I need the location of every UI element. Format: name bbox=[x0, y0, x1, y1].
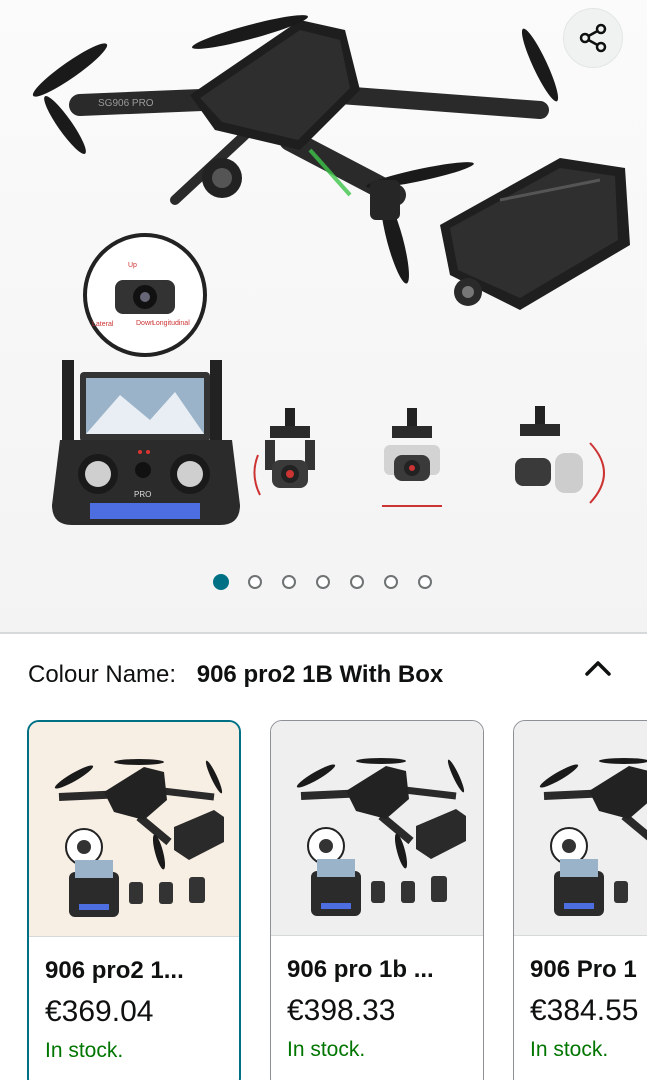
carousel-dot[interactable] bbox=[316, 575, 330, 589]
svg-text:Up: Up bbox=[128, 262, 137, 269]
variant-list: 906 pro2 1... €369.04 In stock. 906 pro … bbox=[0, 720, 647, 1080]
svg-text:PRO: PRO bbox=[134, 490, 151, 499]
camera-callout: Up Lateral Down Longitudinal bbox=[83, 233, 207, 357]
section-divider bbox=[0, 632, 647, 634]
share-icon bbox=[579, 23, 607, 53]
variant-info: 906 pro2 1... €369.04 In stock. bbox=[29, 936, 239, 1080]
variant-name: 906 Pro 1 bbox=[530, 956, 637, 983]
variant-info: 906 Pro 1 €384.55 In stock. bbox=[514, 935, 647, 1080]
variant-stock: In stock. bbox=[530, 1038, 609, 1061]
variant-name: 906 pro 1b ... bbox=[287, 956, 434, 983]
variant-card[interactable]: 906 Pro 1 €384.55 In stock. bbox=[513, 720, 647, 1080]
product-image-gallery[interactable]: SG906 PRO Up Lateral Down Longitudinal P… bbox=[0, 0, 647, 632]
carousel-dots bbox=[0, 574, 647, 595]
variant-price: €369.04 bbox=[45, 995, 154, 1028]
carousel-dot[interactable] bbox=[418, 575, 432, 589]
variant-thumbnail bbox=[271, 721, 483, 935]
variant-stock: In stock. bbox=[45, 1039, 124, 1062]
carousel-dot[interactable] bbox=[350, 575, 364, 589]
remote-controller: PRO bbox=[52, 360, 240, 525]
drone-folded bbox=[440, 158, 630, 310]
variant-card[interactable]: 906 pro 1b ... €398.33 In stock. bbox=[270, 720, 484, 1080]
colour-value: 906 pro2 1B With Box bbox=[196, 661, 444, 688]
variant-card[interactable]: 906 pro2 1... €369.04 In stock. bbox=[27, 720, 241, 1080]
variant-price: €384.55 bbox=[530, 994, 639, 1027]
svg-text:SG906 PRO: SG906 PRO bbox=[98, 98, 154, 109]
variant-thumbnail bbox=[29, 722, 239, 936]
chevron-up-icon[interactable] bbox=[582, 656, 614, 680]
carousel-dot[interactable] bbox=[282, 575, 296, 589]
variant-name: 906 pro2 1... bbox=[45, 957, 184, 984]
carousel-dot[interactable] bbox=[248, 575, 262, 589]
colour-name-row: Colour Name: 906 pro2 1B With Box bbox=[28, 661, 443, 689]
carousel-dot[interactable] bbox=[213, 574, 229, 590]
variant-info: 906 pro 1b ... €398.33 In stock. bbox=[271, 935, 483, 1080]
gimbal-views bbox=[253, 406, 605, 507]
variant-price: €398.33 bbox=[287, 994, 396, 1027]
share-button[interactable] bbox=[563, 8, 623, 68]
colour-label: Colour Name: bbox=[28, 661, 177, 688]
svg-text:Lateral: Lateral bbox=[92, 321, 114, 328]
product-image: SG906 PRO Up Lateral Down Longitudinal P… bbox=[32, 15, 630, 525]
svg-text:Longitudinal: Longitudinal bbox=[152, 320, 190, 327]
carousel-dot[interactable] bbox=[384, 575, 398, 589]
variant-stock: In stock. bbox=[287, 1038, 366, 1061]
variant-thumbnail bbox=[514, 721, 647, 935]
